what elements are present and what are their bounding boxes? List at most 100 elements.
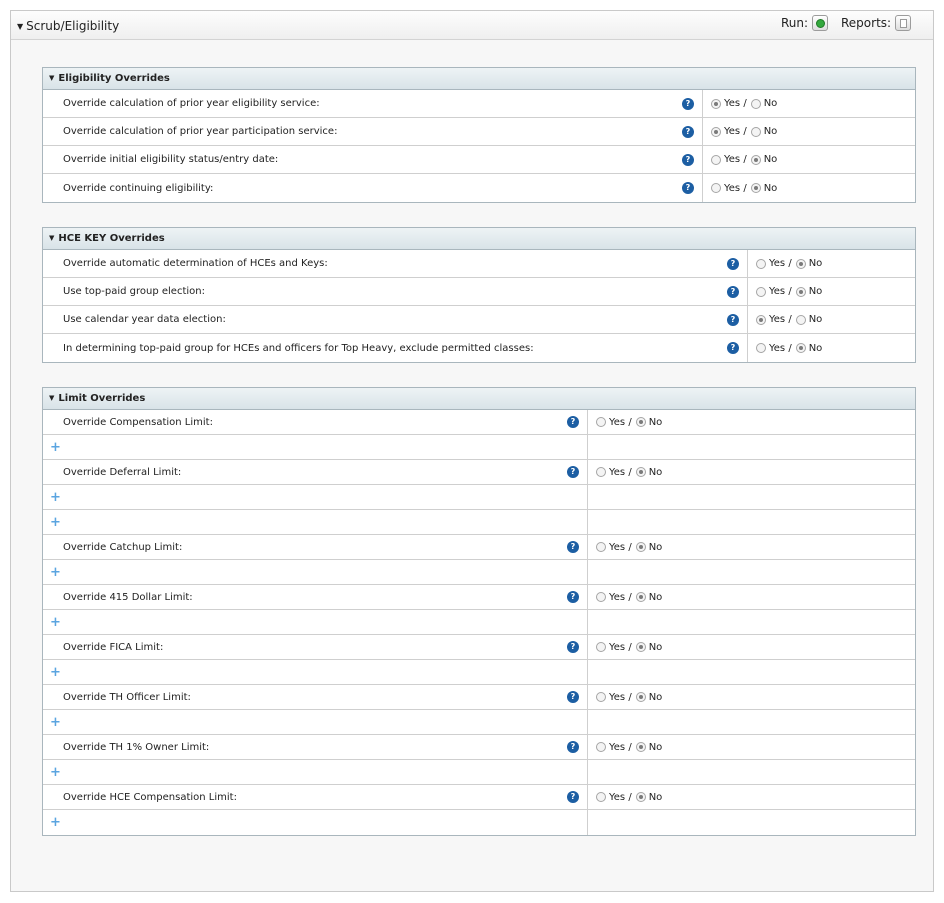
section-title: Limit Overrides bbox=[58, 393, 146, 404]
yes-radio[interactable] bbox=[596, 792, 606, 802]
override-label: Override TH Officer Limit: bbox=[63, 691, 191, 703]
plus-icon[interactable]: + bbox=[43, 491, 61, 504]
yes-label: Yes / bbox=[724, 126, 747, 137]
yes-radio[interactable] bbox=[756, 343, 766, 353]
no-radio[interactable] bbox=[635, 742, 646, 752]
question-icon[interactable]: ? bbox=[567, 791, 579, 803]
plus-icon[interactable]: + bbox=[43, 516, 61, 529]
panel-title-toggle[interactable]: ▼ Scrub/Eligibility bbox=[17, 19, 119, 33]
no-radio[interactable] bbox=[635, 642, 646, 652]
no-label: No bbox=[648, 791, 663, 803]
yes-radio[interactable] bbox=[596, 692, 606, 702]
question-icon[interactable]: ? bbox=[682, 182, 694, 194]
no-label: No bbox=[648, 416, 663, 428]
yes-label: Yes / bbox=[609, 691, 632, 703]
plus-icon[interactable]: + bbox=[43, 816, 61, 829]
yes-label: Yes / bbox=[609, 466, 632, 478]
question-icon[interactable]: ? bbox=[682, 125, 694, 138]
no-radio[interactable] bbox=[635, 592, 646, 602]
yes-radio[interactable] bbox=[756, 314, 766, 325]
question-icon[interactable]: ? bbox=[682, 153, 694, 166]
question-icon[interactable]: ? bbox=[727, 313, 739, 326]
yes-radio[interactable] bbox=[596, 742, 606, 752]
no-label: No bbox=[808, 314, 823, 325]
yes-label: Yes / bbox=[769, 342, 792, 354]
question-icon[interactable]: ? bbox=[567, 691, 579, 703]
override-label-cell: Use calendar year data election:? bbox=[43, 306, 748, 333]
override-label: Override calculation of prior year parti… bbox=[63, 126, 338, 137]
question-icon[interactable]: ? bbox=[727, 257, 739, 270]
question-icon[interactable]: ? bbox=[567, 416, 579, 428]
no-radio[interactable] bbox=[635, 542, 646, 552]
no-radio[interactable] bbox=[635, 792, 646, 802]
yes-radio[interactable] bbox=[711, 126, 721, 137]
no-radio[interactable] bbox=[795, 343, 806, 353]
scrub-eligibility-panel: ▼ Scrub/Eligibility Run: Reports: ▼ Eligib… bbox=[10, 10, 934, 892]
no-radio[interactable] bbox=[795, 286, 806, 297]
caret-down-icon: ▼ bbox=[17, 22, 24, 31]
add-limit-row: + bbox=[43, 560, 915, 585]
hce-key-overrides-header[interactable]: ▼ HCE KEY Overrides bbox=[43, 228, 915, 250]
override-label-cell: Override Deferral Limit:? bbox=[43, 460, 588, 484]
plus-icon[interactable]: + bbox=[43, 441, 61, 454]
plus-icon[interactable]: + bbox=[43, 666, 61, 679]
add-limit-row: + bbox=[43, 710, 915, 735]
no-radio[interactable] bbox=[750, 98, 761, 109]
question-icon[interactable]: ? bbox=[567, 541, 579, 553]
plus-icon[interactable]: + bbox=[43, 566, 61, 579]
override-label: Override automatic determination of HCEs… bbox=[63, 258, 328, 269]
yes-no-radio-group: Yes / No bbox=[748, 250, 915, 277]
yes-radio[interactable] bbox=[596, 642, 606, 652]
override-label: Override TH 1% Owner Limit: bbox=[63, 741, 210, 753]
no-radio[interactable] bbox=[750, 183, 761, 193]
override-label: Override Compensation Limit: bbox=[63, 416, 213, 428]
override-row: Override calculation of prior year eligi… bbox=[43, 90, 915, 118]
add-limit-row: + bbox=[43, 435, 915, 460]
override-label-cell: Override Catchup Limit:? bbox=[43, 535, 588, 559]
add-limit-row: + bbox=[43, 510, 915, 535]
add-limit-cell: + bbox=[43, 710, 588, 734]
yes-radio[interactable] bbox=[756, 286, 766, 297]
question-icon[interactable]: ? bbox=[567, 641, 579, 653]
empty-cell bbox=[588, 660, 915, 684]
empty-cell bbox=[588, 485, 915, 509]
reports-button[interactable]: Reports: bbox=[841, 15, 912, 31]
question-icon[interactable]: ? bbox=[567, 591, 579, 603]
question-icon[interactable]: ? bbox=[682, 97, 694, 110]
yes-label: Yes / bbox=[769, 314, 792, 325]
yes-radio[interactable] bbox=[711, 98, 721, 109]
no-radio[interactable] bbox=[635, 692, 646, 702]
add-limit-cell: + bbox=[43, 610, 588, 634]
override-row: Override 415 Dollar Limit:? Yes / No bbox=[43, 585, 915, 610]
yes-radio[interactable] bbox=[596, 592, 606, 602]
no-radio[interactable] bbox=[795, 314, 806, 325]
question-icon[interactable]: ? bbox=[727, 342, 739, 354]
override-row: Use calendar year data election:? Yes / No bbox=[43, 306, 915, 334]
yes-radio[interactable] bbox=[596, 542, 606, 552]
override-row: Override HCE Compensation Limit:? Yes / No bbox=[43, 785, 915, 810]
section-title: HCE KEY Overrides bbox=[58, 233, 165, 244]
limit-overrides-header[interactable]: ▼ Limit Overrides bbox=[43, 388, 915, 410]
run-button[interactable]: Run: bbox=[781, 15, 829, 31]
plus-icon[interactable]: + bbox=[43, 616, 61, 629]
override-row: Override Compensation Limit:? Yes / No bbox=[43, 410, 915, 435]
no-label: No bbox=[648, 741, 663, 753]
no-radio[interactable] bbox=[750, 154, 761, 165]
question-icon[interactable]: ? bbox=[727, 285, 739, 298]
yes-radio[interactable] bbox=[756, 258, 766, 269]
no-radio[interactable] bbox=[635, 467, 646, 477]
yes-radio[interactable] bbox=[711, 183, 721, 193]
no-radio[interactable] bbox=[750, 126, 761, 137]
plus-icon[interactable]: + bbox=[43, 716, 61, 729]
yes-radio[interactable] bbox=[596, 467, 606, 477]
yes-radio[interactable] bbox=[711, 154, 721, 165]
question-icon[interactable]: ? bbox=[567, 466, 579, 478]
question-icon[interactable]: ? bbox=[567, 741, 579, 753]
panel-title: Scrub/Eligibility bbox=[26, 19, 120, 33]
plus-icon[interactable]: + bbox=[43, 766, 61, 779]
yes-radio[interactable] bbox=[596, 417, 606, 427]
eligibility-overrides-header[interactable]: ▼ Eligibility Overrides bbox=[43, 68, 915, 90]
no-radio[interactable] bbox=[635, 417, 646, 427]
no-radio[interactable] bbox=[795, 258, 806, 269]
override-row: Override initial eligibility status/entr… bbox=[43, 146, 915, 174]
